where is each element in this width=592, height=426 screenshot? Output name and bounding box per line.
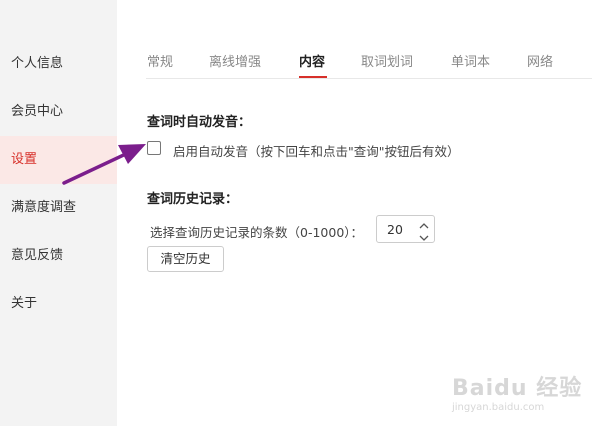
watermark-logo: Baidu 经验 <box>452 376 583 401</box>
annotation-arrow-icon <box>62 144 146 185</box>
baidu-watermark: Baidu 经验 jingyan.baidu.com <box>452 370 592 426</box>
watermark-url: jingyan.baidu.com <box>452 402 545 413</box>
